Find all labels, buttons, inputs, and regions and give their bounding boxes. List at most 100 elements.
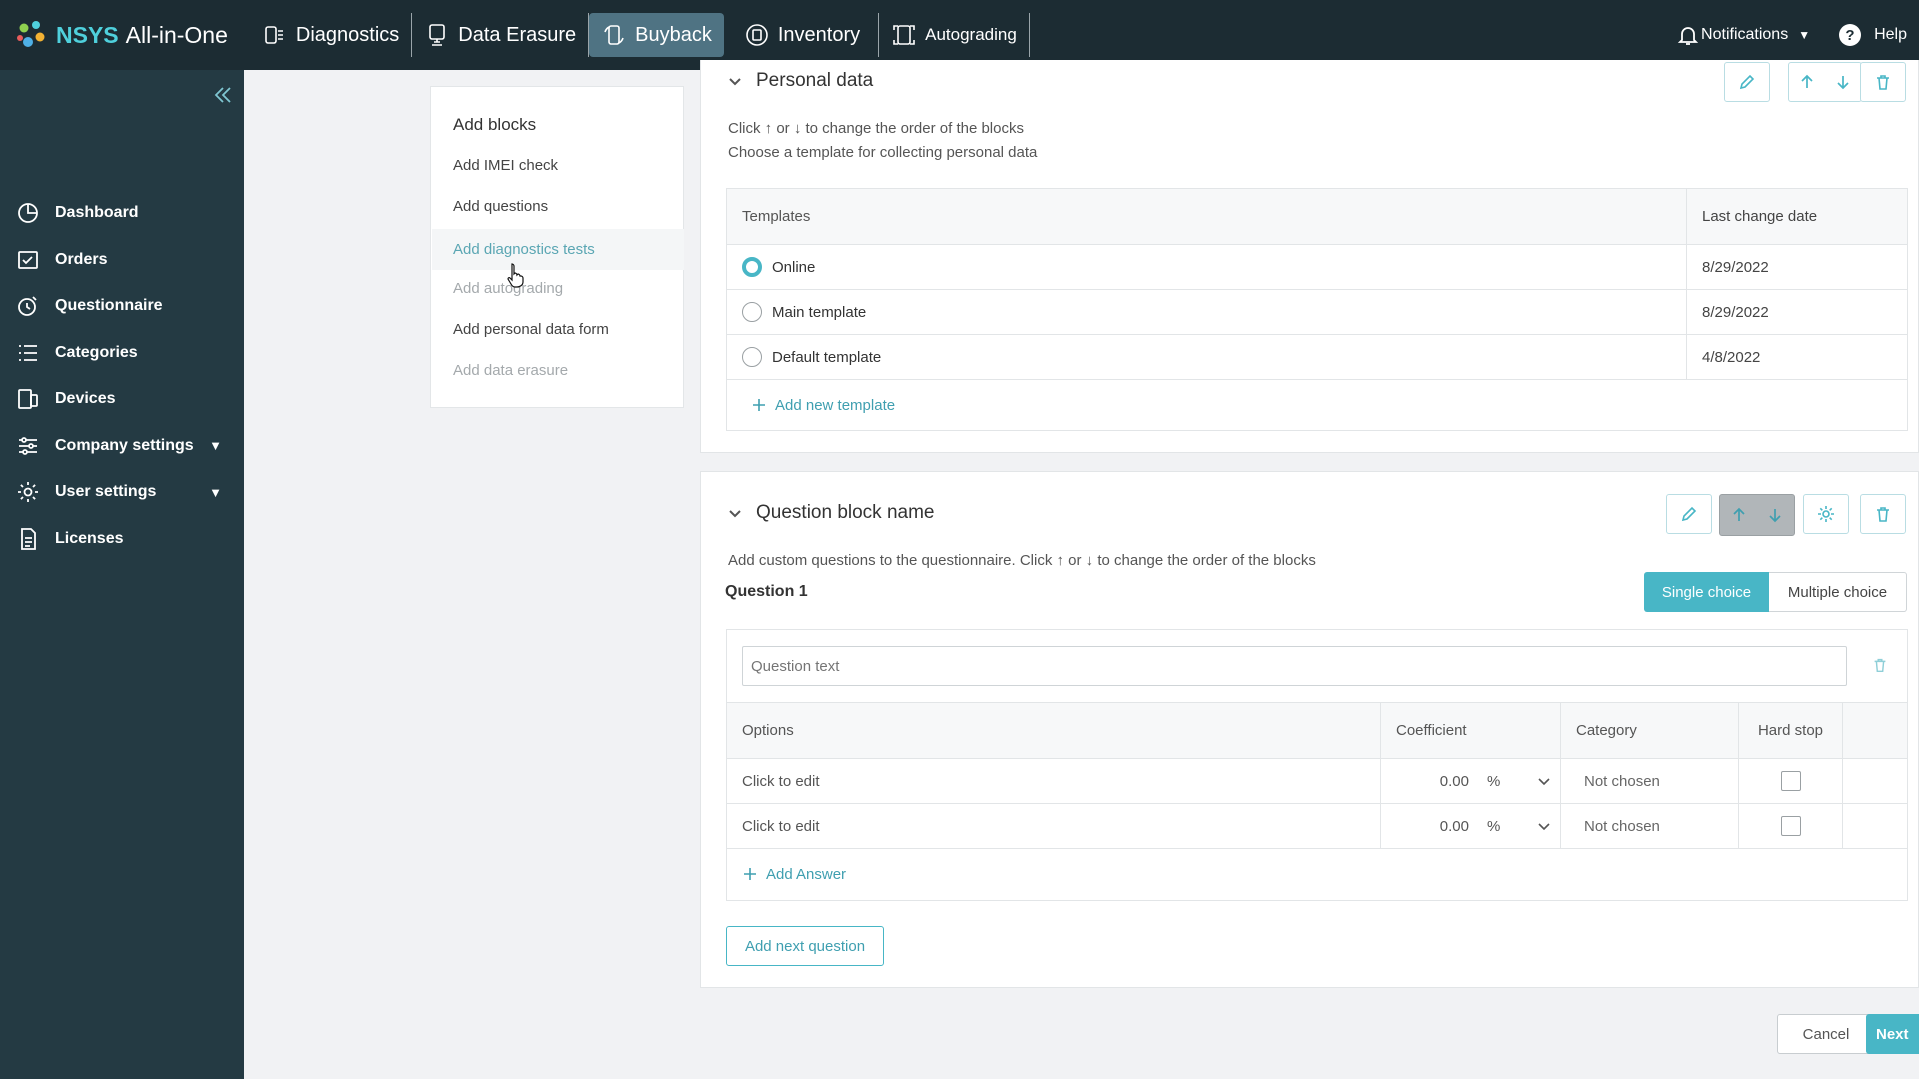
- add-answer-row: Add Answer: [727, 848, 1907, 899]
- template-radio-online[interactable]: [742, 257, 762, 277]
- nav-data-erasure[interactable]: Data Erasure: [412, 13, 590, 57]
- sidebar-item-orders[interactable]: Orders: [0, 237, 244, 284]
- caret-down-icon: ▼: [1798, 28, 1811, 42]
- coefficient-cell[interactable]: 0.00 %: [1381, 759, 1561, 803]
- add-answer-link[interactable]: Add Answer: [727, 866, 846, 883]
- sidebar-item-dashboard[interactable]: Dashboard: [0, 190, 244, 237]
- nav-diagnostics[interactable]: Diagnostics: [250, 13, 413, 57]
- single-choice-button[interactable]: Single choice: [1644, 572, 1769, 612]
- add-personal-data-form-link[interactable]: Add personal data form: [453, 321, 609, 338]
- edit-block-button[interactable]: [1724, 62, 1770, 102]
- pencil-icon: [1681, 506, 1697, 522]
- brand-logo[interactable]: NSYS All-in-One: [14, 0, 228, 70]
- help-link[interactable]: ? Help: [1838, 23, 1907, 47]
- question-block-header[interactable]: Question block name: [726, 502, 935, 524]
- options-column-header: Options: [727, 703, 1381, 758]
- add-new-template-link[interactable]: Add new template: [727, 397, 895, 414]
- hard-stop-checkbox[interactable]: [1780, 771, 1801, 791]
- arrow-up-icon: [1801, 74, 1813, 88]
- personal-data-header[interactable]: Personal data: [726, 70, 873, 92]
- next-button[interactable]: Next: [1866, 1014, 1919, 1054]
- template-date: 4/8/2022: [1702, 348, 1761, 366]
- cancel-button[interactable]: Cancel: [1777, 1014, 1875, 1054]
- sidebar-item-user-settings[interactable]: User settings ▼: [0, 469, 244, 516]
- add-blocks-panel: Add blocks Add IMEI check Add questions …: [430, 86, 684, 408]
- delete-block-button[interactable]: [1860, 62, 1906, 102]
- template-radio-main[interactable]: [742, 302, 762, 322]
- category-value[interactable]: Not chosen: [1576, 818, 1660, 835]
- move-down-button[interactable]: [1757, 496, 1793, 534]
- coefficient-value[interactable]: 0.00: [1396, 818, 1469, 835]
- nsys-logo-icon: [17, 21, 45, 47]
- question-text-input[interactable]: [742, 646, 1847, 686]
- sidebar-item-categories[interactable]: Categories: [0, 330, 244, 377]
- personal-data-block: Personal data Click ↑ or ↓ to change the…: [700, 60, 1919, 453]
- move-up-button[interactable]: [1789, 63, 1825, 101]
- option-text-cell[interactable]: Click to edit: [727, 804, 1381, 848]
- add-diagnostics-tests-link[interactable]: Add diagnostics tests: [432, 229, 684, 270]
- coefficient-cell[interactable]: 0.00 %: [1381, 804, 1561, 848]
- category-cell[interactable]: Not chosen: [1561, 759, 1739, 803]
- coefficient-column-header: Coefficient: [1381, 703, 1561, 758]
- table-header-row: Options Coefficient Category Hard stop: [727, 702, 1907, 758]
- buyback-icon: [604, 25, 624, 45]
- table-row: Click to edit 0.00 % Not chosen: [727, 803, 1907, 848]
- coefficient-unit: %: [1487, 817, 1501, 835]
- table-row[interactable]: Online 8/29/2022: [727, 245, 1907, 290]
- hard-stop-checkbox[interactable]: [1780, 816, 1801, 836]
- plus-icon: [744, 868, 756, 880]
- choice-type-toggle: Single choice Multiple choice: [1644, 572, 1907, 612]
- sidebar-item-devices[interactable]: Devices: [0, 376, 244, 423]
- nav-autograding[interactable]: Autograding: [878, 13, 1030, 57]
- chevron-down-icon[interactable]: [1536, 773, 1552, 789]
- option-text-cell[interactable]: Click to edit: [727, 759, 1381, 803]
- sidebar-menu: Dashboard Orders Questionnaire Categorie…: [0, 190, 244, 562]
- edit-block-button[interactable]: [1666, 494, 1712, 534]
- sidebar-item-label: Categories: [55, 343, 138, 361]
- add-imei-check-link[interactable]: Add IMEI check: [453, 157, 558, 174]
- add-new-template-label: Add new template: [775, 396, 896, 414]
- category-cell[interactable]: Not chosen: [1561, 804, 1739, 848]
- questionnaire-icon: [18, 296, 37, 317]
- move-up-button[interactable]: [1721, 496, 1757, 534]
- nav-inventory[interactable]: Inventory: [732, 13, 872, 57]
- category-value[interactable]: Not chosen: [1576, 773, 1660, 790]
- trash-icon: [1877, 75, 1889, 90]
- data-erasure-icon: [429, 24, 446, 46]
- table-row: Click to edit 0.00 % Not chosen: [727, 758, 1907, 803]
- move-down-button[interactable]: [1825, 63, 1861, 101]
- add-next-question-button[interactable]: Add next question: [726, 926, 884, 966]
- add-questions-link[interactable]: Add questions: [453, 198, 548, 215]
- sidebar-item-label: Questionnaire: [55, 297, 163, 315]
- nav-buyback[interactable]: Buyback: [589, 13, 724, 57]
- last-change-date-column-header: Last change date: [1702, 208, 1818, 225]
- block-settings-button[interactable]: [1803, 494, 1849, 534]
- help-icon: ?: [1839, 24, 1862, 46]
- sidebar-item-label: Dashboard: [55, 204, 139, 222]
- delete-block-button[interactable]: [1860, 494, 1906, 534]
- sidebar-item-licenses[interactable]: Licenses: [0, 516, 244, 563]
- sidebar-item-label: Licenses: [55, 529, 124, 547]
- templates-table: Templates Last change date Online 8/29/2…: [726, 188, 1908, 431]
- table-row[interactable]: Default template 4/8/2022: [727, 335, 1907, 380]
- notifications-dropdown[interactable]: Notifications ▼: [1677, 24, 1810, 46]
- sidebar-item-label: User settings: [55, 483, 157, 501]
- bell-icon: [1677, 27, 1699, 45]
- sidebar-item-questionnaire[interactable]: Questionnaire: [0, 283, 244, 330]
- question-editor: Options Coefficient Category Hard stop C…: [726, 629, 1908, 901]
- trash-icon[interactable]: [1871, 656, 1889, 674]
- template-radio-default[interactable]: [742, 347, 762, 367]
- table-header-row: Templates Last change date: [727, 189, 1907, 245]
- trash-icon: [1877, 507, 1889, 522]
- chevron-down-icon[interactable]: [1536, 818, 1552, 834]
- sidebar-item-company-settings[interactable]: Company settings ▼: [0, 423, 244, 470]
- collapse-sidebar-icon[interactable]: [212, 84, 234, 106]
- svg-text:?: ?: [1846, 27, 1855, 44]
- coefficient-value[interactable]: 0.00: [1396, 773, 1469, 790]
- template-date: 8/29/2022: [1702, 303, 1769, 321]
- orders-icon: [18, 250, 38, 269]
- multiple-choice-button[interactable]: Multiple choice: [1769, 572, 1907, 612]
- add-data-erasure-link[interactable]: Add data erasure: [453, 362, 568, 379]
- hand-cursor-icon: [507, 263, 524, 288]
- table-row[interactable]: Main template 8/29/2022: [727, 290, 1907, 335]
